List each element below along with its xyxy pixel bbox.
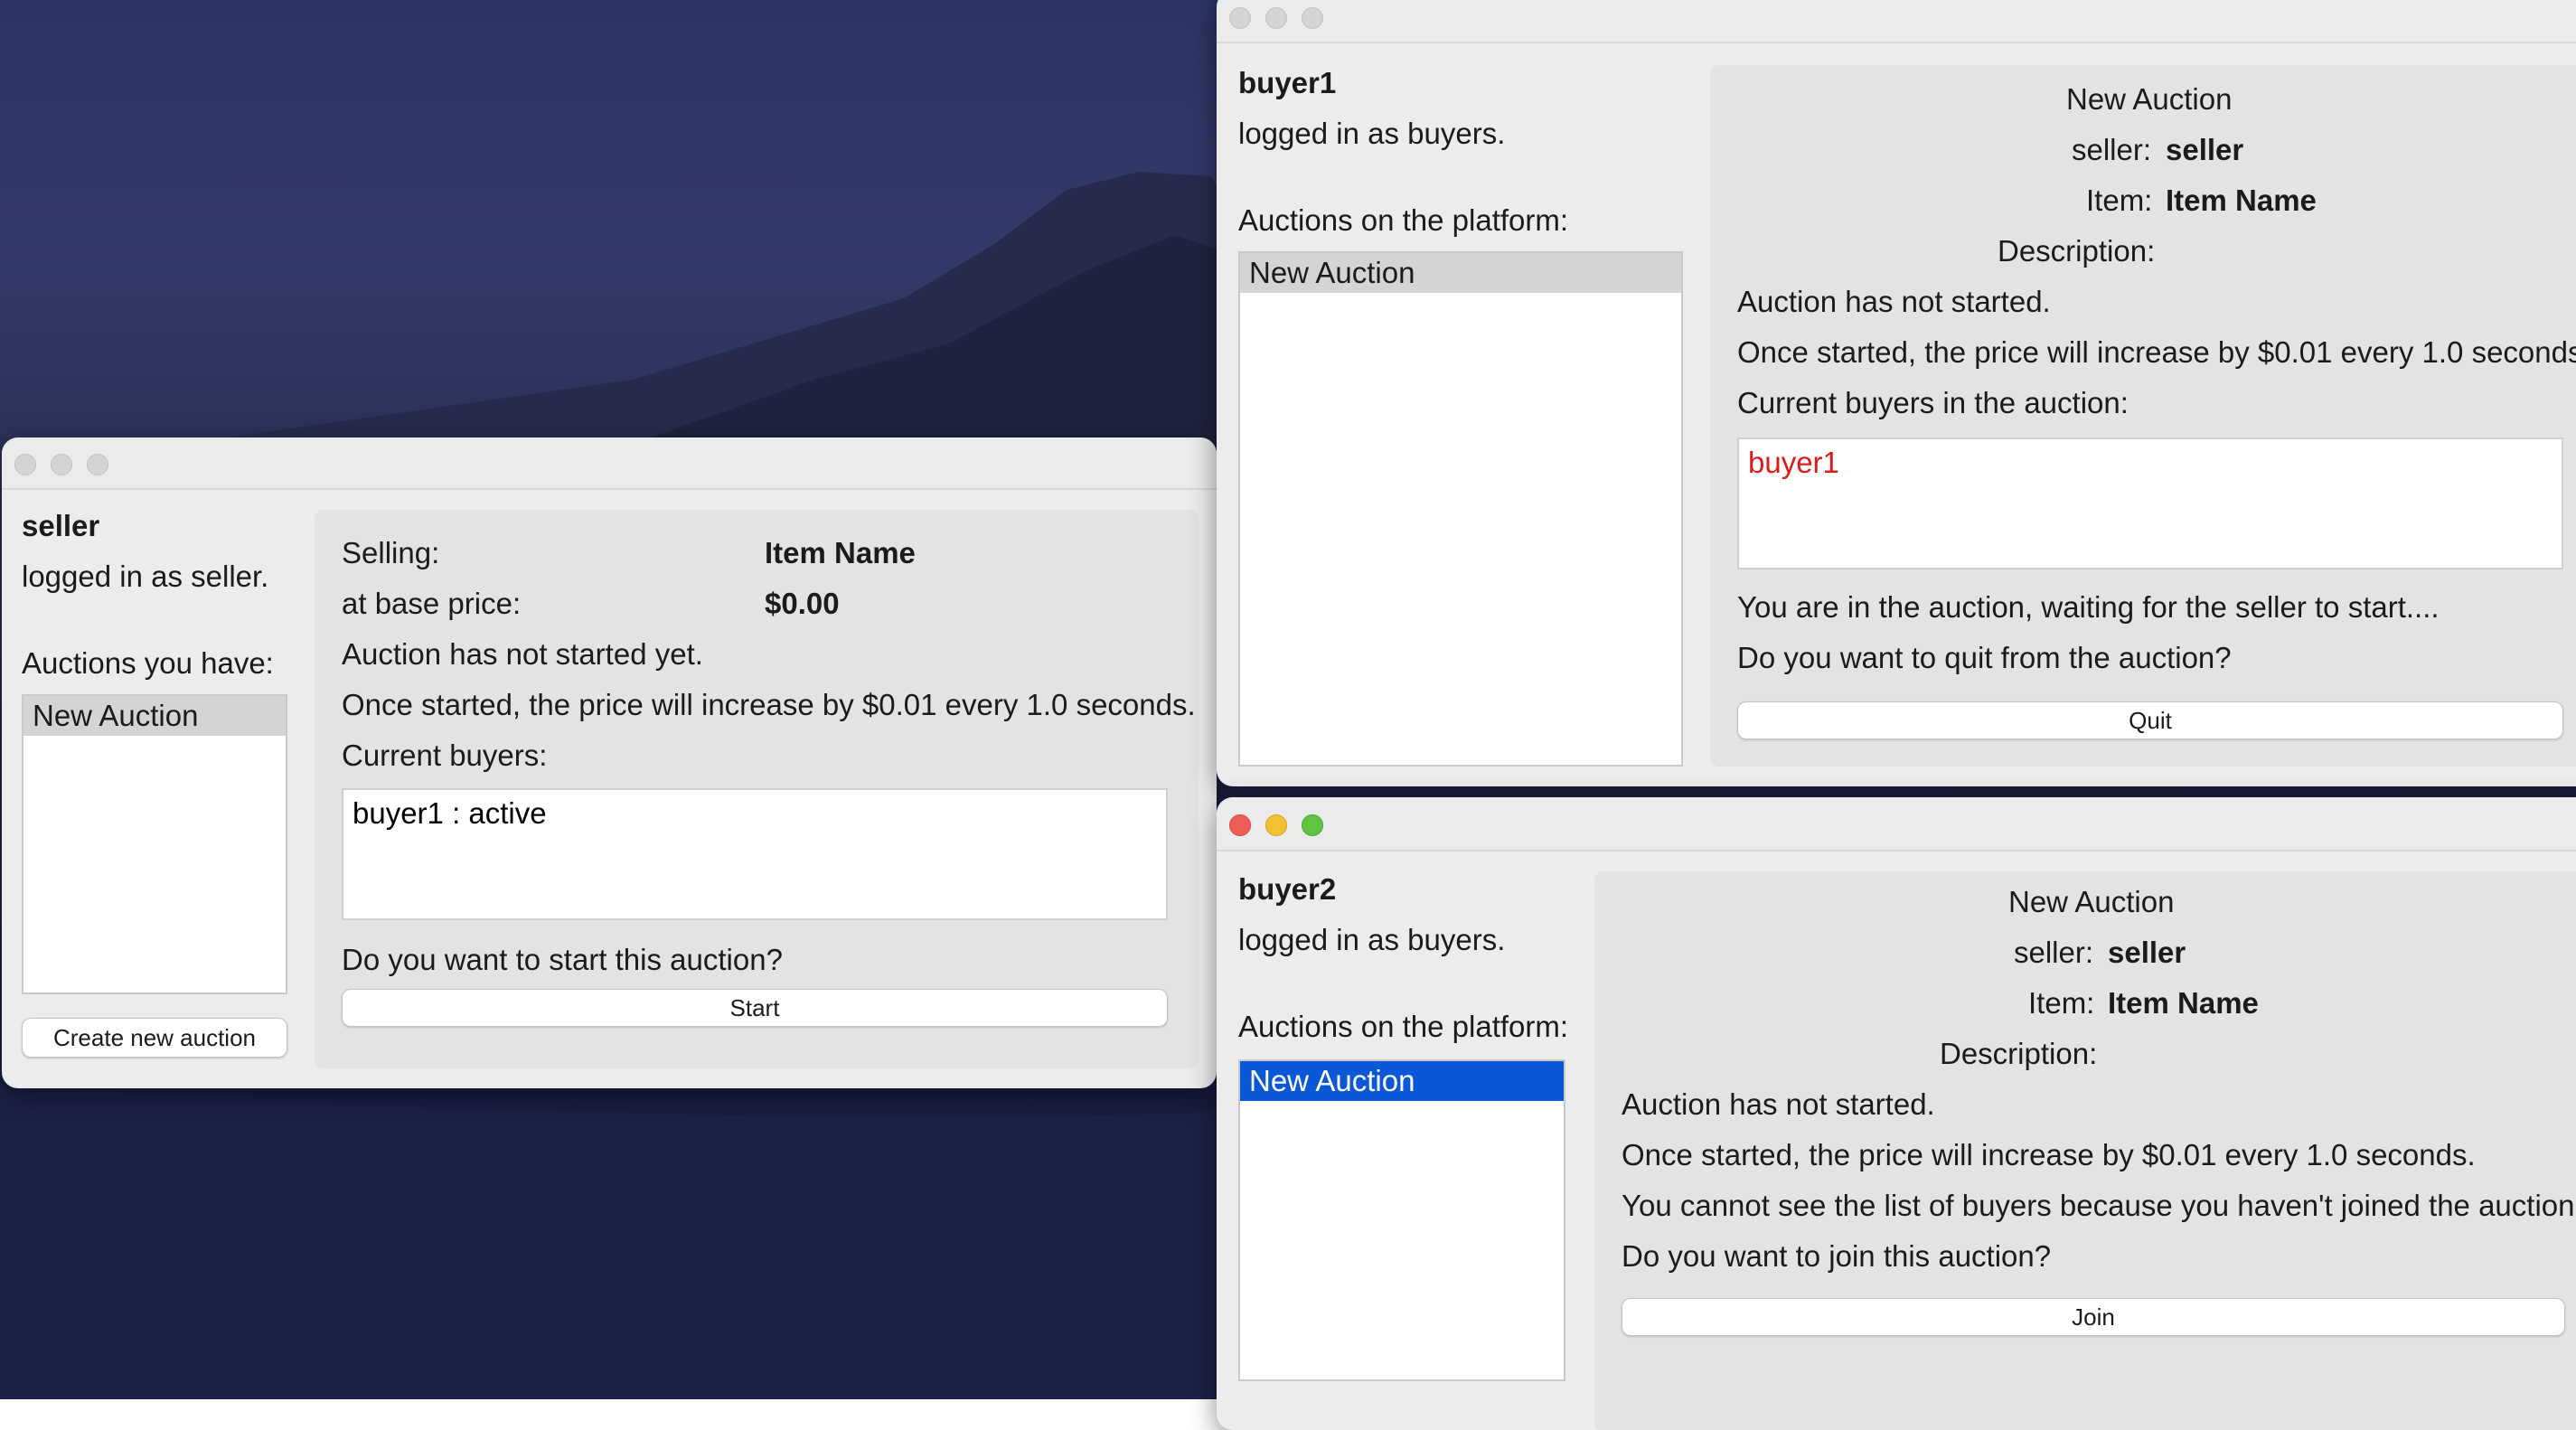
auction-title: New Auction	[2066, 82, 2233, 116]
create-auction-button[interactable]: Create new auction	[22, 1018, 287, 1058]
zoom-button[interactable]	[1302, 814, 1323, 836]
base-price-label: at base price:	[342, 587, 522, 620]
auctions-list-heading: Auctions on the platform:	[1238, 1010, 1569, 1043]
selling-label: Selling:	[342, 536, 440, 569]
price-increase-note: Once started, the price will increase by…	[342, 688, 1196, 721]
join-button[interactable]: Join	[1622, 1298, 2565, 1336]
seller-value: seller	[2166, 133, 2244, 166]
username-label: seller	[22, 509, 100, 542]
auction-detail-panel: Selling: Item Name at base price: $0.00 …	[315, 510, 1199, 1068]
item-label: Item:	[2086, 183, 2153, 217]
username-label: buyer1	[1238, 66, 1337, 99]
price-increase-note: Once started, the price will increase by…	[1622, 1138, 2476, 1171]
login-status: logged in as buyers.	[1238, 923, 1506, 956]
login-status: logged in as buyers.	[1238, 117, 1506, 150]
base-price-value: $0.00	[765, 587, 840, 620]
item-value: Item Name	[2166, 183, 2317, 217]
close-button[interactable]	[14, 454, 36, 475]
buyer-entry: buyer1 : active	[353, 796, 547, 830]
quit-button[interactable]: Quit	[1737, 701, 2563, 739]
auction-detail-panel: New Auction seller: seller Item: Item Na…	[1710, 65, 2576, 767]
auctions-list[interactable]: New Auction	[1238, 1059, 1565, 1381]
list-item[interactable]: New Auction	[24, 696, 286, 736]
seller-window-titlebar[interactable]	[2, 437, 1217, 490]
auction-status: Auction has not started.	[1737, 285, 2051, 318]
auctions-list-heading: Auctions on the platform:	[1238, 203, 1569, 237]
hidden-buyers-note: You cannot see the list of buyers becaus…	[1622, 1189, 2576, 1222]
auction-status: Auction has not started yet.	[342, 637, 703, 671]
seller-label: seller:	[2014, 936, 2094, 969]
item-name: Item Name	[765, 536, 916, 569]
zoom-button[interactable]	[87, 454, 108, 475]
close-button[interactable]	[1229, 7, 1251, 29]
current-buyers-box[interactable]: buyer1 : active	[342, 788, 1168, 920]
description-label: Description:	[1940, 1037, 2098, 1070]
seller-label: seller:	[2072, 133, 2152, 166]
username-label: buyer2	[1238, 872, 1337, 906]
minimize-button[interactable]	[51, 454, 72, 475]
waiting-note: You are in the auction, waiting for the …	[1737, 590, 2440, 624]
minimize-button[interactable]	[1265, 814, 1287, 836]
description-label: Description:	[1998, 234, 2156, 268]
current-buyers-box[interactable]: buyer1	[1737, 437, 2563, 569]
start-prompt: Do you want to start this auction?	[342, 943, 783, 976]
buyer-entry: buyer1	[1748, 446, 1839, 479]
buyer2-window: buyer2 logged in as buyers. Auctions on …	[1217, 797, 2576, 1430]
buyer1-window: buyer1 logged in as buyers. Auctions on …	[1217, 0, 2576, 786]
auctions-list[interactable]: New Auction	[1238, 251, 1683, 767]
list-item[interactable]: New Auction	[1240, 253, 1681, 293]
start-button[interactable]: Start	[342, 989, 1168, 1027]
item-label: Item:	[2028, 986, 2095, 1020]
auction-title: New Auction	[2008, 885, 2175, 918]
close-button[interactable]	[1229, 814, 1251, 836]
list-item-selected[interactable]: New Auction	[1240, 1061, 1564, 1101]
join-prompt: Do you want to join this auction?	[1622, 1239, 2052, 1273]
auctions-list[interactable]: New Auction	[22, 694, 287, 994]
current-buyers-label: Current buyers in the auction:	[1737, 386, 2129, 419]
buyer1-window-titlebar[interactable]	[1217, 0, 2576, 43]
seller-window: seller logged in as seller. Auctions you…	[2, 437, 1217, 1088]
auction-status: Auction has not started.	[1622, 1087, 1935, 1121]
quit-prompt: Do you want to quit from the auction?	[1737, 641, 2232, 674]
auctions-list-heading: Auctions you have:	[22, 646, 274, 680]
price-increase-note: Once started, the price will increase by…	[1737, 335, 2576, 369]
login-status: logged in as seller.	[22, 560, 269, 593]
current-buyers-label: Current buyers:	[342, 739, 548, 772]
buyer2-window-titlebar[interactable]	[1217, 797, 2576, 851]
seller-value: seller	[2108, 936, 2186, 969]
auction-detail-panel: New Auction seller: seller Item: Item Na…	[1594, 871, 2576, 1430]
minimize-button[interactable]	[1265, 7, 1287, 29]
item-value: Item Name	[2108, 986, 2259, 1020]
zoom-button[interactable]	[1302, 7, 1323, 29]
